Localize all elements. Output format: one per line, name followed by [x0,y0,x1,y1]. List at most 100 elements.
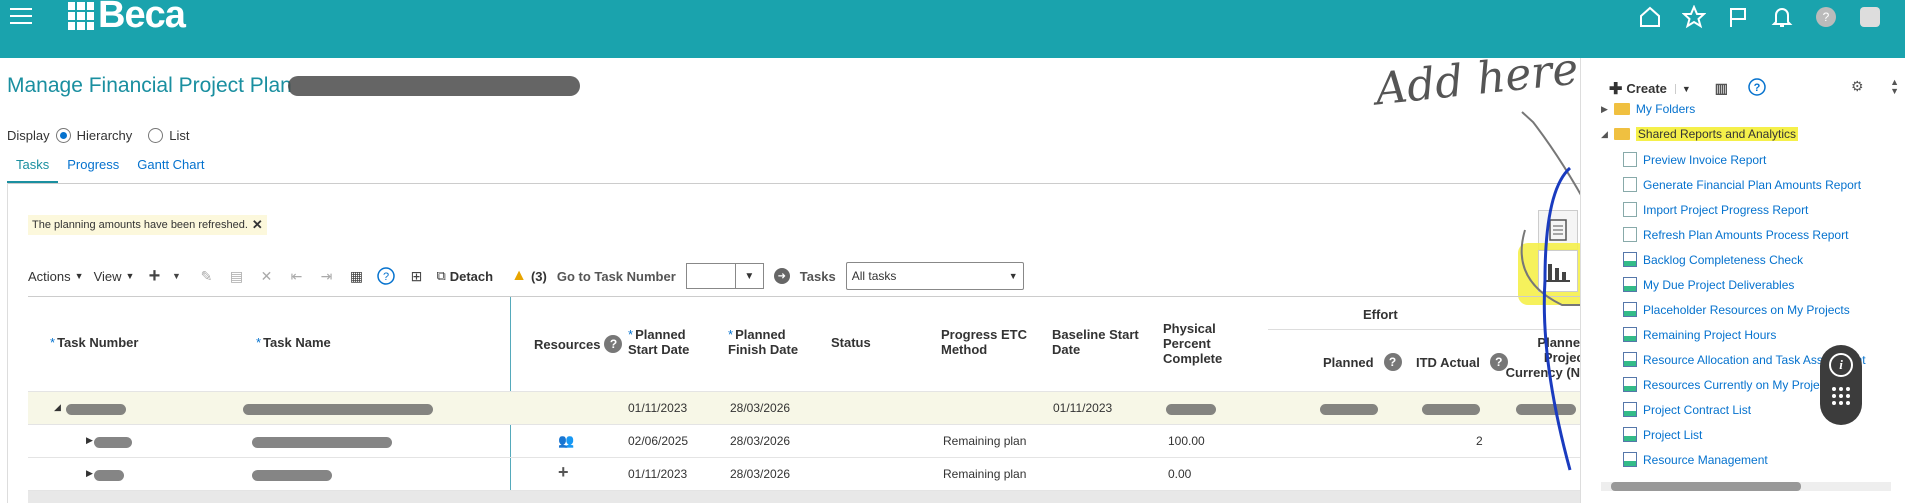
progress-etc-cell[interactable]: Remaining plan [943,467,1026,481]
col-status[interactable]: Status [831,335,871,350]
tab-gantt-chart[interactable]: Gantt Chart [128,150,213,184]
report-doc-icon [1623,152,1637,167]
report-item[interactable]: Resource Management [1623,452,1768,467]
physical-pct-cell[interactable]: 0.00 [1168,467,1191,481]
help-icon[interactable]: ? [1813,4,1839,30]
star-icon[interactable] [1681,4,1707,30]
col-progress-etc[interactable]: Progress ETC Method [941,327,1036,357]
expand-icon[interactable]: ▶ [1601,104,1608,115]
indent-icon[interactable]: ⇥ [316,266,336,286]
floating-help-widget[interactable]: i [1820,345,1862,425]
list-radio[interactable] [148,128,164,143]
col-planned-finish[interactable]: * Planned Finish Date [728,327,803,357]
help-icon[interactable]: ? [604,335,623,353]
col-physical-pct[interactable]: Physical Percent Complete [1163,321,1243,366]
flag-icon[interactable] [1725,4,1751,30]
redacted-task-name [252,437,392,448]
col-task-number[interactable]: * Task Number [50,335,138,350]
collapse-icon[interactable]: ◢ [54,402,61,413]
report-item-label: Import Project Progress Report [1643,202,1809,217]
resources-team-icon[interactable]: 👥 [558,433,574,449]
report-item[interactable]: Preview Invoice Report [1623,152,1766,167]
tab-progress[interactable]: Progress [58,150,128,184]
bell-icon[interactable] [1769,4,1795,30]
planned-start-cell[interactable]: 02/06/2025 [628,434,688,448]
report-item[interactable]: Resources Currently on My Projects [1623,377,1835,392]
help-circle-icon[interactable]: ? [376,266,396,286]
analysis-icon [1623,252,1637,267]
edit-icon[interactable]: ✎ [196,266,216,286]
actions-menu[interactable]: Actions ▼ [28,269,84,284]
report-item[interactable]: Generate Financial Plan Amounts Report [1623,177,1861,192]
planned-finish-cell[interactable]: 28/03/2026 [730,434,790,448]
tasks-filter-select[interactable]: All tasks ▼ [845,262,1024,290]
col-planned-start[interactable]: * Planned Start Date [628,327,698,357]
planned-finish-cell[interactable]: 28/03/2026 [730,467,790,481]
tree-folder-shared-reports[interactable]: ◢ Shared Reports and Analytics [1601,127,1799,141]
expand-icon[interactable]: ▶ [86,468,93,479]
detach-button[interactable]: ⧉ Detach [436,268,493,284]
grid-settings-icon[interactable]: ▦ [346,266,366,286]
add-icon[interactable]: + [144,265,164,287]
scrollbar-thumb[interactable] [1611,482,1801,491]
expand-icon[interactable]: ▶ [86,435,93,446]
task-toolbar: Actions ▼ View ▼ + ▼ ✎ ▤ ✕ ⇤ ⇥ ▦ ? ⊞ ⧉ Det… [28,262,1024,290]
hierarchy-radio[interactable] [55,128,71,143]
outdent-icon[interactable]: ⇤ [286,266,306,286]
close-icon[interactable]: ✕ [252,217,263,233]
tree-folder-my-folders[interactable]: ▶ My Folders [1601,102,1695,116]
goto-task-input[interactable]: ▼ [685,263,764,289]
vertical-scroll-arrows[interactable]: ▲ ▼ [1890,78,1899,96]
user-icon[interactable] [1857,4,1883,30]
warnings-button[interactable]: ▲ (3) [511,267,547,285]
duplicate-icon[interactable]: ▤ [226,266,246,286]
menu-icon[interactable] [10,8,32,26]
help-circle-icon[interactable]: ? [1748,78,1766,99]
table-row[interactable] [28,490,1583,503]
detach-icon: ⧉ [436,268,446,283]
add-menu-chevron-icon[interactable]: ▼ [166,266,186,286]
settings-gear-icon[interactable]: ⚙ [1851,78,1864,95]
create-button[interactable]: ✚ Create [1609,79,1667,99]
panel-border [7,183,8,503]
delete-icon[interactable]: ✕ [256,266,276,286]
horizontal-scrollbar[interactable] [1601,482,1891,491]
report-item[interactable]: Backlog Completeness Check [1623,252,1803,267]
col-planned-start-label: Planned Start Date [628,327,690,357]
chevron-down-icon: ▼ [74,271,84,281]
view-menu[interactable]: View ▼ [94,269,135,284]
planned-start-cell[interactable]: 01/11/2023 [628,401,687,415]
svg-text:?: ? [1823,10,1830,24]
report-item[interactable]: Project Contract List [1623,402,1751,417]
freeze-icon[interactable]: ⊞ [406,266,426,286]
brand-logo[interactable]: Beca [68,0,186,37]
planned-start-cell[interactable]: 01/11/2023 [628,467,687,481]
report-item[interactable]: Project List [1623,427,1702,442]
info-icon[interactable]: i [1829,353,1853,377]
collapse-icon[interactable]: ◢ [1601,129,1608,140]
add-resource-icon[interactable]: + [558,462,569,483]
report-item-label: Project List [1643,427,1703,442]
go-arrow-icon[interactable]: ➜ [773,268,790,284]
page-title: Manage Financial Project Plan [7,74,292,97]
chevron-down-icon[interactable]: ▼ [734,264,763,288]
actions-label: Actions [28,268,71,284]
col-resources[interactable]: Resources? [534,335,623,353]
home-icon[interactable] [1637,4,1663,30]
analysis-icon [1623,402,1637,417]
report-item[interactable]: Import Project Progress Report [1623,202,1808,217]
progress-etc-cell[interactable]: Remaining plan [943,434,1026,448]
report-item[interactable]: My Due Project Deliverables [1623,277,1794,292]
planned-finish-cell[interactable]: 28/03/2026 [730,401,790,415]
col-task-name[interactable]: * Task Name [256,335,331,350]
analysis-icon [1623,352,1637,367]
create-menu-chevron-icon[interactable]: ▼ [1674,83,1691,94]
tab-tasks[interactable]: Tasks [7,150,59,184]
keypad-icon[interactable] [1832,387,1850,405]
report-item[interactable]: Placeholder Resources on My Projects [1623,302,1850,317]
catalog-icon[interactable]: ▥ [1715,80,1728,97]
col-baseline-start[interactable]: Baseline Start Date [1052,327,1142,357]
report-item[interactable]: Remaining Project Hours [1623,327,1776,342]
report-item[interactable]: Refresh Plan Amounts Process Report [1623,227,1848,242]
physical-pct-cell[interactable]: 100.00 [1168,434,1205,448]
